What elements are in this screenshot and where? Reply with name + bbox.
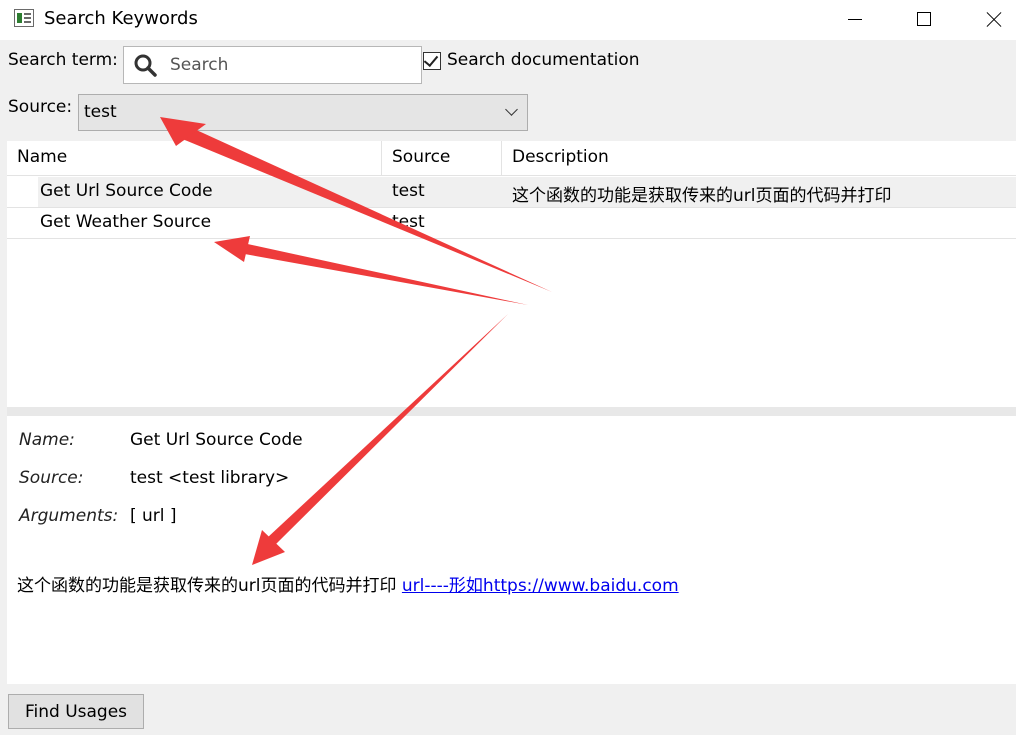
column-header-name[interactable]: Name xyxy=(7,141,382,176)
table-row[interactable]: Get Url Source Code test 这个函数的功能是获取传来的ur… xyxy=(7,177,1016,208)
table-row[interactable]: Get Weather Source test xyxy=(7,208,1016,239)
chevron-down-icon xyxy=(505,103,518,116)
detail-source-value: test <test library> xyxy=(130,468,290,488)
search-box[interactable] xyxy=(123,46,422,84)
minimize-icon[interactable] xyxy=(820,0,890,40)
column-header-description[interactable]: Description xyxy=(502,141,1016,176)
window-title: Search Keywords xyxy=(44,8,198,29)
detail-arguments-value: [ url ] xyxy=(130,506,177,526)
keyword-details-panel: Name: Get Url Source Code Source: test <… xyxy=(7,416,1016,684)
row-source: test xyxy=(392,212,425,232)
detail-name-value: Get Url Source Code xyxy=(130,430,303,450)
documentation-link[interactable]: url----形如https://www.baidu.com xyxy=(402,576,679,596)
column-header-source[interactable]: Source xyxy=(382,141,502,176)
title-bar: Search Keywords xyxy=(0,0,1016,40)
detail-source-label: Source: xyxy=(19,468,84,488)
maximize-icon[interactable] xyxy=(889,0,959,40)
checkmark-icon xyxy=(423,51,439,68)
documentation-body: 这个函数的功能是获取传来的url页面的代码并打印 xyxy=(17,576,397,596)
source-dropdown[interactable]: test xyxy=(78,94,528,131)
splitter[interactable] xyxy=(7,407,1016,416)
search-icon xyxy=(134,54,157,77)
source-label: Source: xyxy=(8,97,73,117)
find-usages-button[interactable]: Find Usages xyxy=(8,694,144,729)
search-input[interactable] xyxy=(170,52,410,78)
search-documentation-checkbox[interactable] xyxy=(423,51,441,70)
app-icon xyxy=(14,9,34,27)
documentation-text: 这个函数的功能是获取传来的url页面的代码并打印 url----形如https:… xyxy=(17,571,679,596)
row-name: Get Weather Source xyxy=(40,212,212,232)
detail-name-label: Name: xyxy=(19,430,75,450)
search-term-label: Search term: xyxy=(8,50,118,70)
row-name: Get Url Source Code xyxy=(40,181,213,201)
keyword-table: Name Source Description Get Url Source C… xyxy=(7,141,1016,407)
footer-bar xyxy=(0,684,1016,735)
row-source: test xyxy=(392,181,425,201)
row-description: 这个函数的功能是获取传来的url页面的代码并打印 xyxy=(512,186,892,206)
search-documentation-label[interactable]: Search documentation xyxy=(447,50,640,70)
source-selected-value: test xyxy=(84,102,117,122)
detail-arguments-label: Arguments: xyxy=(19,506,119,526)
close-icon[interactable] xyxy=(958,0,1016,40)
